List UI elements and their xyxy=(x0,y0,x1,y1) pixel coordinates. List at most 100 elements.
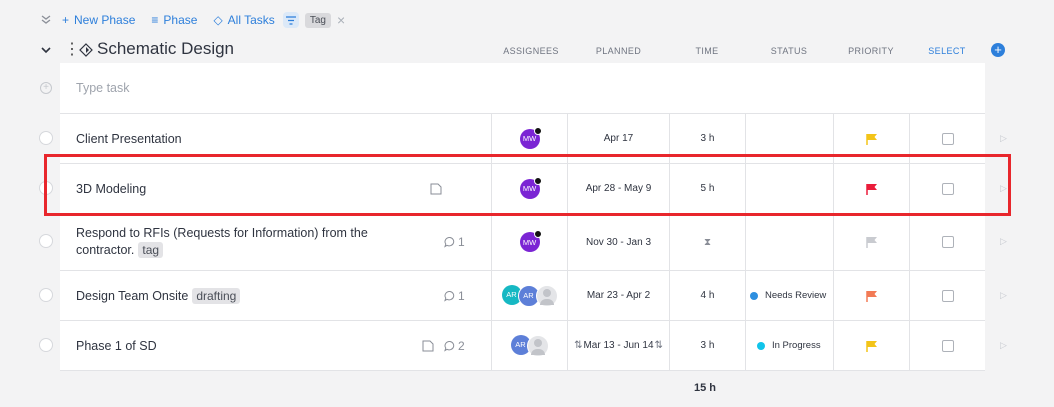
column-header-priority[interactable]: PRIORITY xyxy=(833,46,909,56)
expand-arrow-icon[interactable]: ▷ xyxy=(1000,340,1007,351)
assignees-cell[interactable]: MW xyxy=(491,164,567,213)
chevron-down-icon[interactable] xyxy=(38,42,54,58)
planned-cell[interactable]: Nov 30 - Jan 3 xyxy=(567,214,669,270)
note-icon[interactable] xyxy=(430,164,442,213)
table-row[interactable]: Phase 1 of SD 2 AR ⇅ Mar 13 - Jun 14 ⇅ 3… xyxy=(39,321,1007,371)
status-dot xyxy=(750,291,758,300)
task-tag[interactable]: tag xyxy=(138,242,164,258)
priority-cell[interactable] xyxy=(833,114,909,163)
filter-icon[interactable] xyxy=(282,12,299,28)
expand-arrow-icon[interactable]: ▷ xyxy=(1000,290,1007,301)
add-assignee-icon[interactable] xyxy=(526,334,549,357)
comment-count[interactable]: 2 xyxy=(444,321,465,370)
table-row[interactable]: Client Presentation MW Apr 17 3 h ▷ xyxy=(39,114,1007,164)
comment-count[interactable]: 1 xyxy=(444,271,465,320)
priority-cell[interactable] xyxy=(833,164,909,213)
time-cell[interactable]: 3 h xyxy=(669,114,745,163)
expand-arrow-icon[interactable]: ▷ xyxy=(1000,236,1007,247)
priority-cell[interactable] xyxy=(833,321,909,370)
table-row[interactable]: Design Team Onsite drafting 1 AR AR Mar 2… xyxy=(39,271,1007,321)
select-checkbox[interactable] xyxy=(942,289,954,302)
avatar-stack: AR AR xyxy=(501,284,558,307)
new-task-input[interactable]: Type task xyxy=(76,63,476,113)
add-task-icon[interactable]: + xyxy=(40,82,52,94)
phase-title[interactable]: Schematic Design xyxy=(97,39,234,59)
table-row[interactable]: 3D Modeling MW Apr 28 - May 9 5 h ▷ xyxy=(39,164,1007,214)
select-cell xyxy=(909,164,986,213)
planned-cell[interactable]: ⇅ Mar 13 - Jun 14 ⇅ xyxy=(567,321,669,370)
table-row[interactable]: Respond to RFIs (Requests for Informatio… xyxy=(39,214,1007,271)
comment-icon xyxy=(444,290,455,302)
assignees-cell[interactable]: MW xyxy=(491,214,567,270)
status-cell[interactable] xyxy=(745,214,833,270)
task-complete-toggle[interactable] xyxy=(39,338,53,352)
select-checkbox[interactable] xyxy=(942,182,954,195)
comment-count[interactable]: 1 xyxy=(444,214,465,270)
more-options-icon[interactable]: ⋮ xyxy=(64,40,80,60)
add-assignee-icon[interactable] xyxy=(535,284,558,307)
avatar: MW xyxy=(519,126,542,149)
status-cell[interactable]: Needs Review xyxy=(745,271,833,320)
column-header-assignees[interactable]: ASSIGNEES xyxy=(494,46,568,56)
select-checkbox[interactable] xyxy=(942,132,954,145)
task-complete-toggle[interactable] xyxy=(39,234,53,248)
all-tasks-button[interactable]: ◇ All Tasks xyxy=(213,13,274,27)
toolbar: + New Phase ≡ Phase ◇ All Tasks Tag × xyxy=(38,11,345,29)
column-header-planned[interactable]: PLANNED xyxy=(568,46,669,56)
status-cell[interactable] xyxy=(745,164,833,213)
phase-header: ⋮ Schematic Design ASSIGNEES PLANNED TIM… xyxy=(0,38,1054,62)
time-cell[interactable]: ⧗ xyxy=(669,214,745,270)
phase-button[interactable]: ≡ Phase xyxy=(151,13,197,27)
task-name[interactable]: Client Presentation xyxy=(76,114,182,163)
select-cell xyxy=(909,271,986,320)
clear-filter-icon[interactable]: × xyxy=(337,12,345,28)
time-cell[interactable]: 3 h xyxy=(669,321,745,370)
new-phase-button[interactable]: + New Phase xyxy=(62,13,135,27)
expand-arrow-icon[interactable]: ▷ xyxy=(1000,133,1007,144)
planned-cell[interactable]: Apr 28 - May 9 xyxy=(567,164,669,213)
assignees-cell[interactable]: AR AR xyxy=(491,271,567,320)
plus-icon: + xyxy=(62,13,70,27)
collapse-all-icon[interactable] xyxy=(38,12,54,28)
column-header-select[interactable]: SELECT xyxy=(909,46,985,56)
task-complete-toggle[interactable] xyxy=(39,288,53,302)
task-name[interactable]: Design Team Onsite drafting xyxy=(76,271,241,320)
select-checkbox[interactable] xyxy=(942,339,954,352)
expand-arrow-icon[interactable]: ▷ xyxy=(1000,183,1007,194)
planned-cell[interactable]: Mar 23 - Apr 2 xyxy=(567,271,669,320)
task-complete-toggle[interactable] xyxy=(39,131,53,145)
assignees-cell[interactable]: AR xyxy=(491,321,567,370)
column-header-time[interactable]: TIME xyxy=(669,46,745,56)
filter-tag-chip[interactable]: Tag xyxy=(304,12,331,28)
priority-flag-icon xyxy=(865,237,877,248)
priority-cell[interactable] xyxy=(833,271,909,320)
task-complete-toggle[interactable] xyxy=(39,181,53,195)
add-column-icon[interactable]: + xyxy=(991,43,1005,57)
assignees-cell[interactable]: MW xyxy=(491,114,567,163)
task-name[interactable]: 3D Modeling xyxy=(76,164,146,213)
task-name[interactable]: Phase 1 of SD xyxy=(76,321,157,370)
phase-diamond-icon xyxy=(79,43,93,57)
total-time: 15 h xyxy=(694,382,717,394)
priority-flag-icon xyxy=(865,183,877,195)
planned-cell[interactable]: Apr 17 xyxy=(567,114,669,163)
avatar: MW xyxy=(519,176,542,199)
priority-cell[interactable] xyxy=(833,214,909,270)
time-cell[interactable]: 4 h xyxy=(669,271,745,320)
status-badge: Needs Review xyxy=(746,290,833,301)
status-cell[interactable] xyxy=(745,114,833,163)
tag-icon: ◇ xyxy=(213,13,223,27)
comment-icon xyxy=(444,340,455,352)
note-icon[interactable] xyxy=(422,321,434,370)
status-cell[interactable]: In Progress xyxy=(745,321,833,370)
online-dot xyxy=(533,176,542,185)
status-dot xyxy=(757,341,765,350)
task-tag[interactable]: drafting xyxy=(192,287,241,304)
column-header-status[interactable]: STATUS xyxy=(745,46,833,56)
time-cell[interactable]: 5 h xyxy=(669,164,745,213)
avatar-stack: AR xyxy=(510,334,549,357)
select-checkbox[interactable] xyxy=(942,236,954,248)
select-cell xyxy=(909,321,986,370)
priority-flag-icon xyxy=(865,340,877,352)
task-name[interactable]: Respond to RFIs (Requests for Informatio… xyxy=(76,214,368,270)
